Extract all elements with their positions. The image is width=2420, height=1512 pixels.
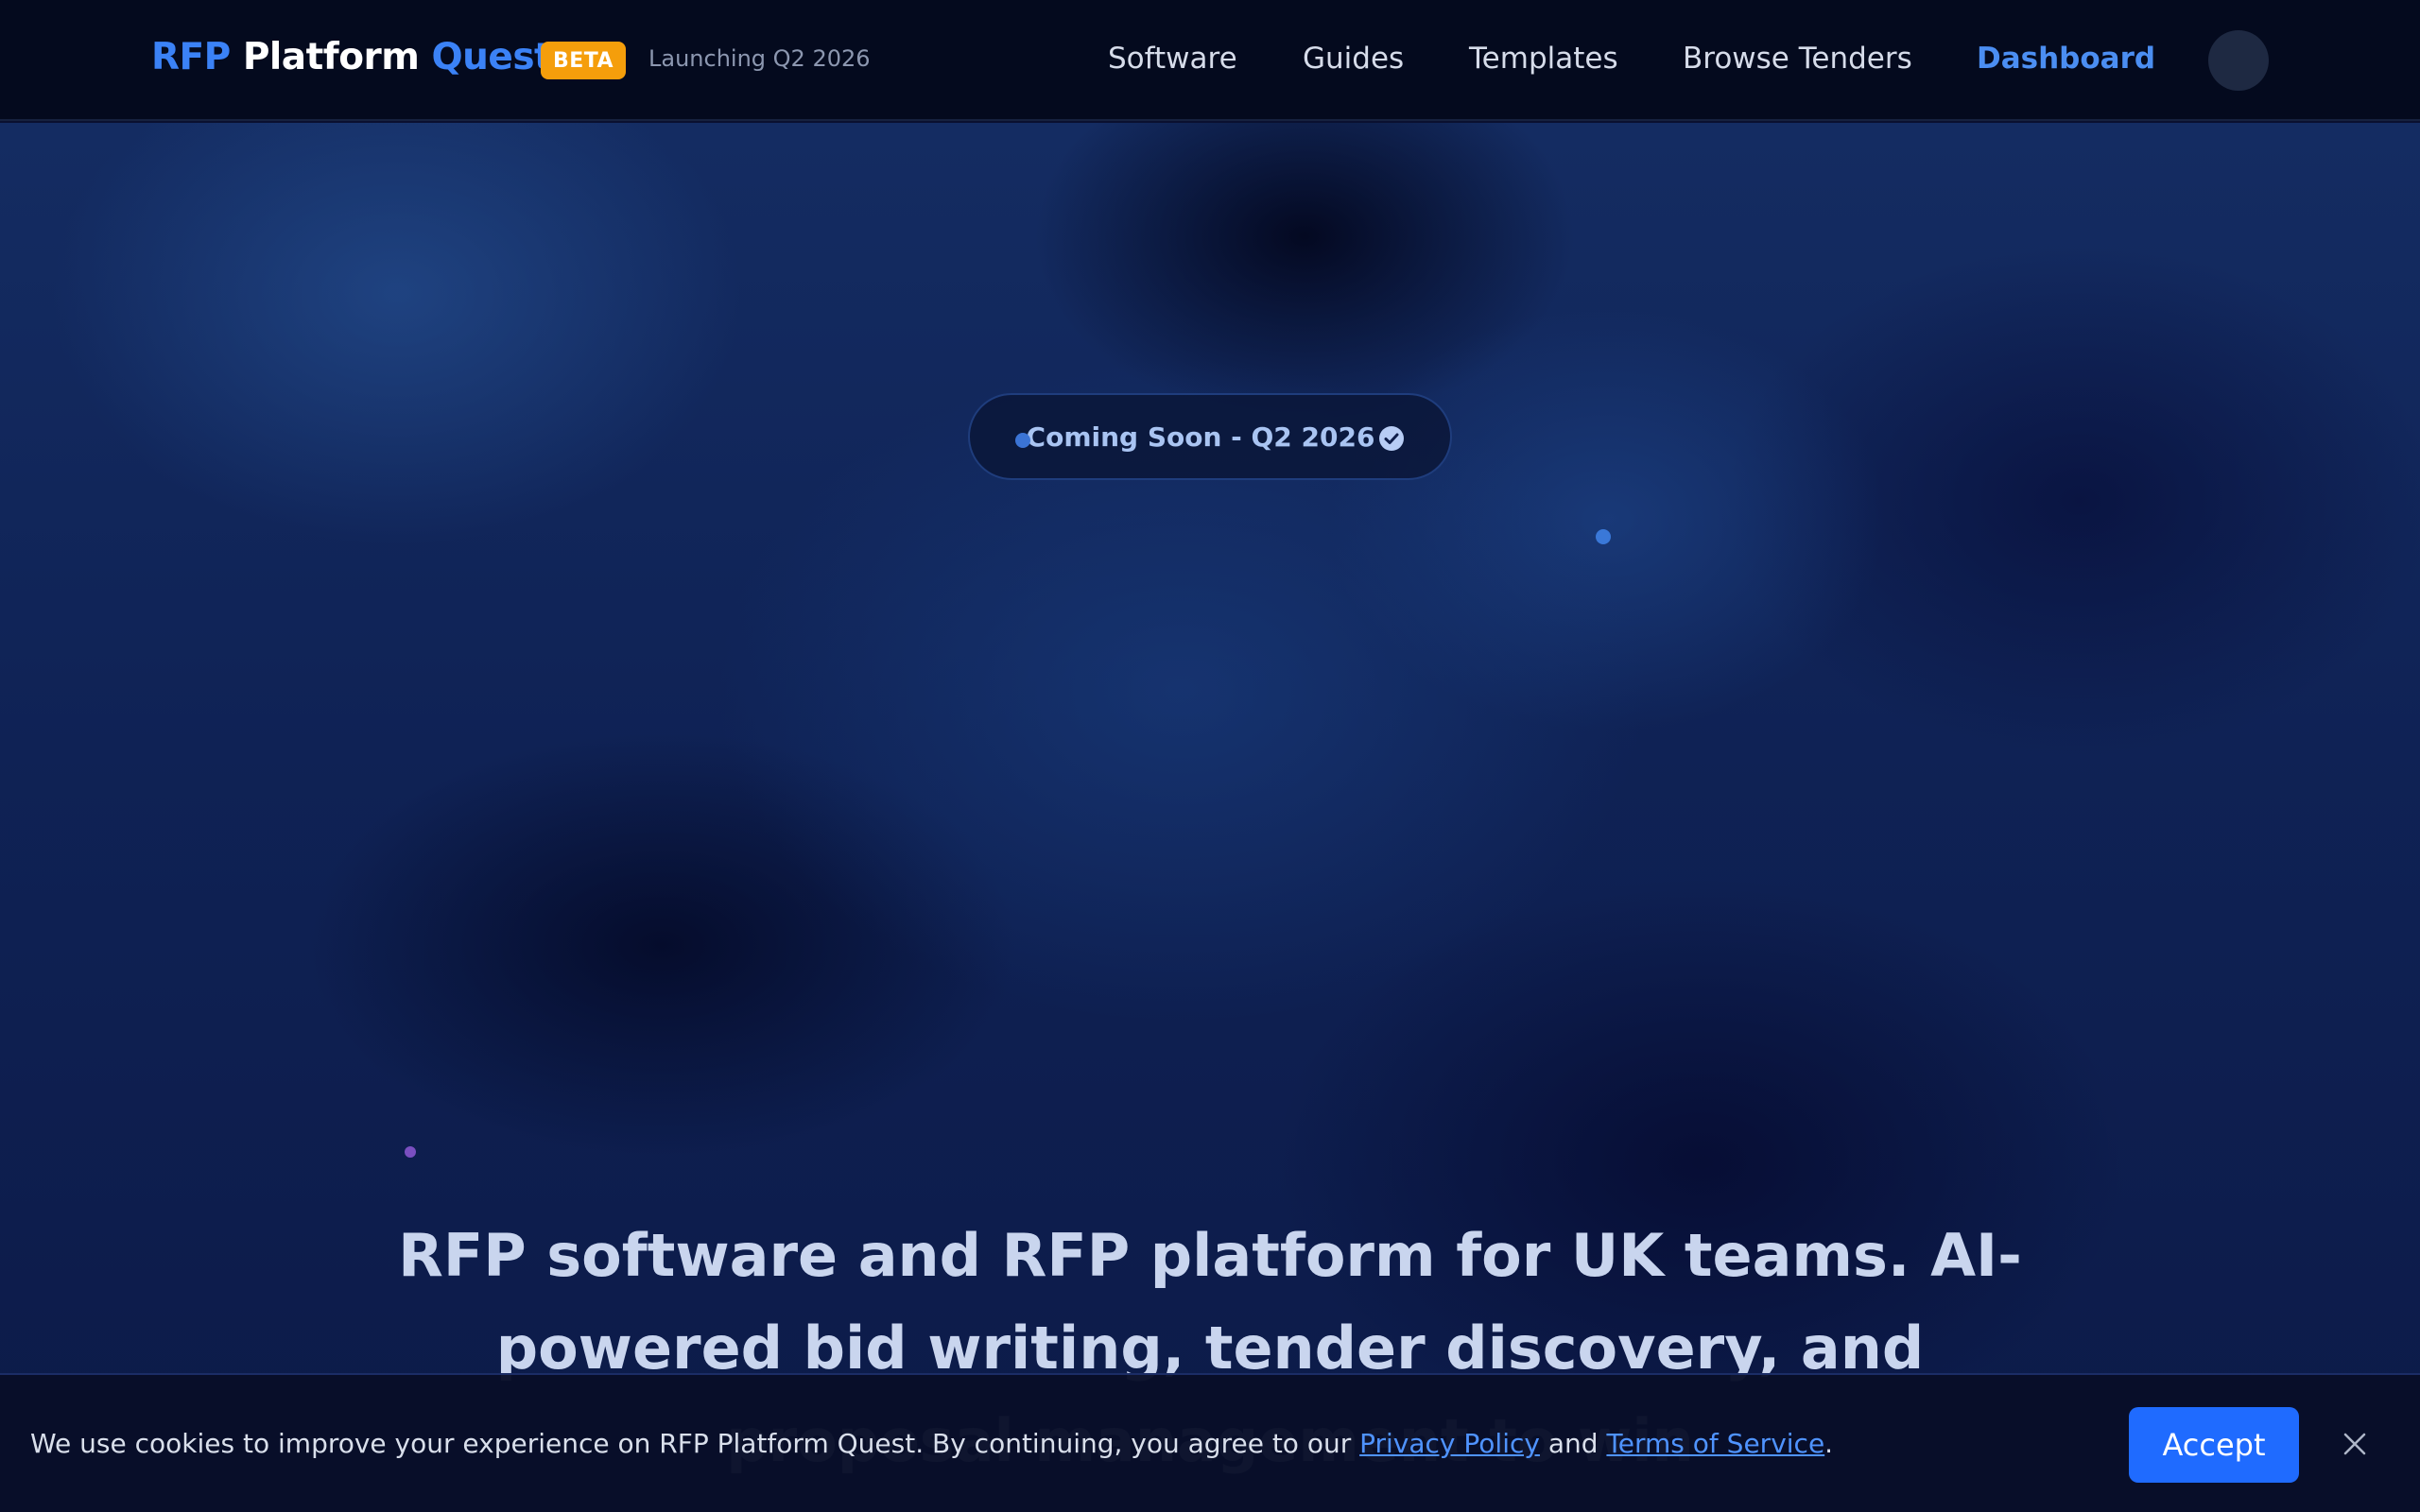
status-dot <box>1015 433 1030 448</box>
check-circle-icon <box>1379 426 1404 451</box>
cookie-text-after: . <box>1824 1428 1834 1459</box>
decorative-dot <box>1596 529 1611 544</box>
close-icon[interactable] <box>2341 1430 2369 1458</box>
nav-software[interactable]: Software <box>1108 42 1237 76</box>
site-header: RFP Platform Quest BETA Launching Q2 202… <box>0 0 2420 121</box>
terms-of-service-link[interactable]: Terms of Service <box>1606 1428 1824 1459</box>
nav-dashboard[interactable]: Dashboard <box>1977 42 2155 76</box>
cookie-text-middle: and <box>1539 1428 1607 1459</box>
brand-part-quest: Quest <box>431 36 552 78</box>
brand-part-platform: Platform <box>242 36 420 78</box>
cookie-banner: We use cookies to improve your experienc… <box>0 1373 2420 1512</box>
decorative-dot <box>405 1146 416 1158</box>
accept-cookies-button[interactable]: Accept <box>2129 1407 2299 1483</box>
cookie-text-before: We use cookies to improve your experienc… <box>30 1428 1360 1459</box>
nav-guides[interactable]: Guides <box>1303 42 1404 76</box>
coming-soon-text: Coming Soon - Q2 2026 <box>1026 421 1375 453</box>
brand-logo[interactable]: RFP Platform Quest <box>151 36 552 78</box>
privacy-policy-link[interactable]: Privacy Policy <box>1359 1428 1540 1459</box>
hero-section: Coming Soon - Q2 2026 RFP software and R… <box>0 123 2420 1512</box>
cookie-message: We use cookies to improve your experienc… <box>30 1428 1833 1459</box>
nav-browse-tenders[interactable]: Browse Tenders <box>1683 42 1912 76</box>
beta-badge: BETA <box>541 42 626 79</box>
user-avatar[interactable] <box>2208 30 2269 91</box>
coming-soon-badge: Coming Soon - Q2 2026 <box>968 393 1452 480</box>
brand-part-rfp: RFP <box>151 36 231 78</box>
launching-text: Launching Q2 2026 <box>648 45 871 72</box>
nav-templates[interactable]: Templates <box>1469 42 1618 76</box>
